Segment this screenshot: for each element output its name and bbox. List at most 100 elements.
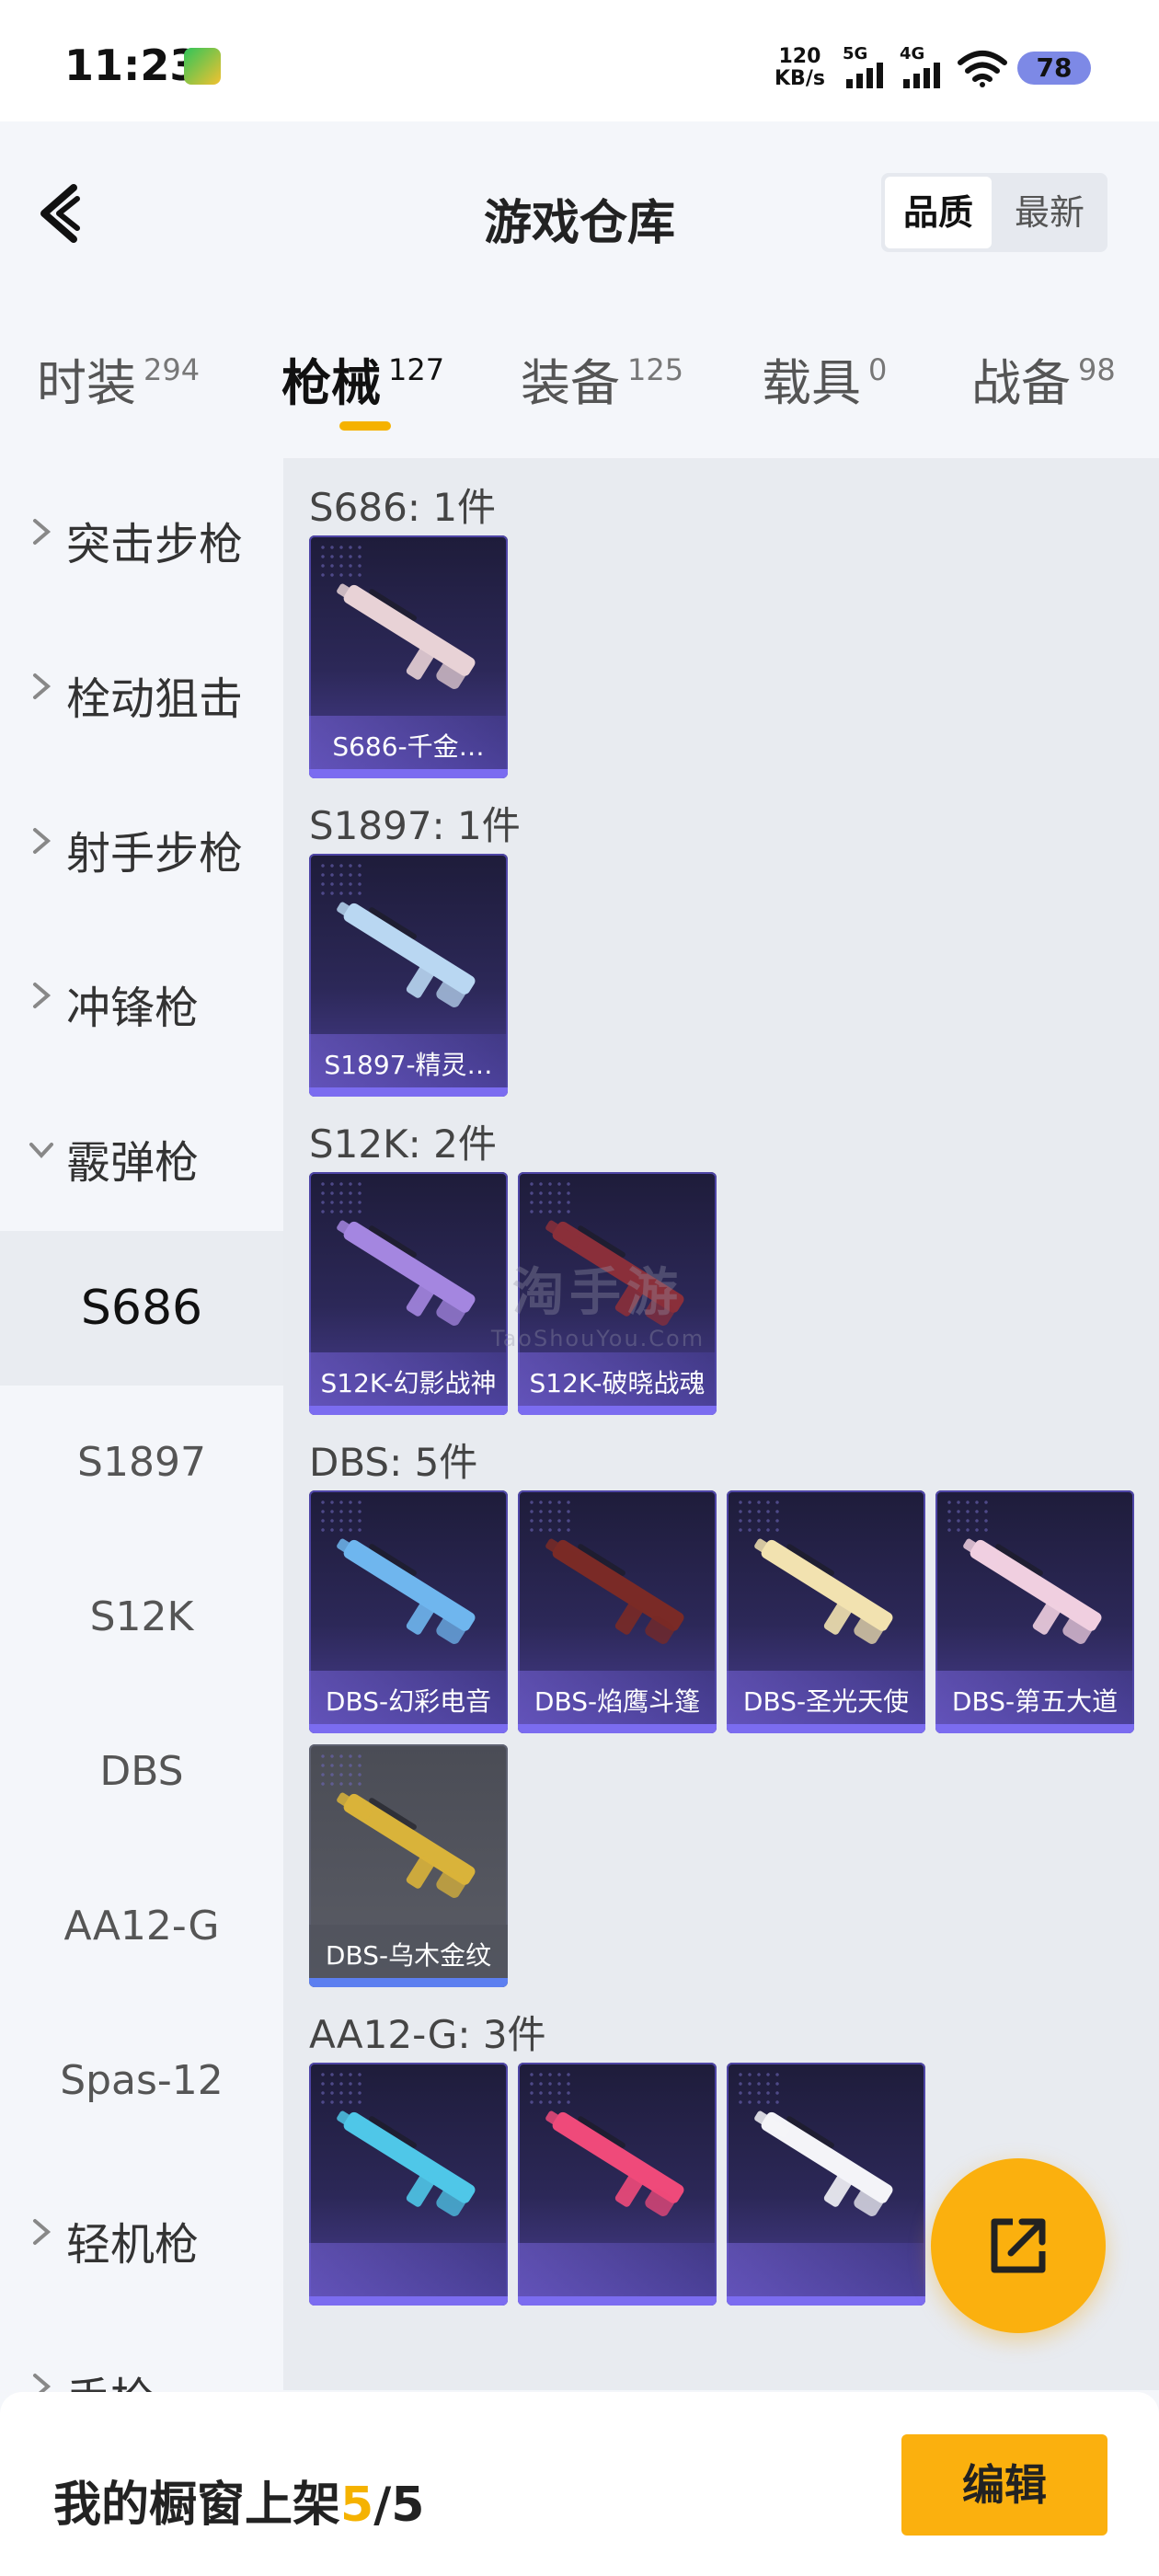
group-title: DBS: 5件 [309,1440,478,1485]
tab-battle-gear[interactable]: 战备 98 [971,342,1116,415]
tab-vehicles[interactable]: 载具 0 [762,342,887,415]
card-rarity-bar [309,2296,508,2306]
showcase-separator: / [373,2478,392,2533]
sidebar-sub-spas12[interactable]: Spas-12 [0,2004,283,2158]
card-rarity-bar [518,1724,717,1733]
group-title: S686: 1件 [309,485,497,530]
tab-count: 127 [388,352,445,387]
skin-name: DBS-第五大道 [951,1686,1119,1717]
sidebar-item-lmg[interactable]: 轻机枪 [0,2158,283,2313]
skin-name: DBS-焰鹰斗篷 [534,1686,701,1717]
skin-name: S12K-幻影战神 [320,1368,497,1398]
sort-by-newest[interactable]: 最新 [995,173,1104,252]
weapon-skin-card[interactable]: DBS-圣光天使 [727,1490,925,1733]
wifi-icon [958,51,1007,87]
group-title: S1897: 1件 [309,803,521,848]
weapon-skin-card[interactable]: S12K-破晓战魂 [518,1172,717,1415]
chevron-right-icon [33,2219,52,2245]
card-label-background [309,2243,508,2296]
weapon-image [754,1538,893,1644]
sidebar-sub-aa12g[interactable]: AA12-G [0,1849,283,2004]
header: 游戏仓库 品质 最新 [0,121,1159,305]
weapon-image [545,1220,684,1326]
network-speed: 120 KB/s [775,46,825,90]
sidebar-sub-dbs[interactable]: DBS [0,1695,283,1849]
sidebar-item-marksman-rifle[interactable]: 射手步枪 [0,767,283,922]
card-rarity-bar [309,1978,508,1987]
sidebar-item-label: 轻机枪 [66,2219,200,2271]
edit-button[interactable]: 编辑 [901,2434,1107,2536]
sidebar-sub-s1897[interactable]: S1897 [0,1386,283,1540]
status-bar: 11:23 120 KB/s 5G 4G 78 [0,0,1159,121]
showcase-bar: 我的橱窗上架5/5 编辑 [0,2392,1159,2576]
weapon-skin-card[interactable]: S1897-精灵… [309,854,508,1097]
share-icon [991,2218,1046,2273]
weapon-skin-card[interactable]: DBS-幻彩电音 [309,1490,508,1733]
sidebar-item-label: 栓动狙击 [66,673,244,725]
tab-count: 125 [627,352,684,387]
weapon-skin-card[interactable]: S12K-幻影战神 [309,1172,508,1415]
weapon-skin-card[interactable]: S686-千金… [309,535,508,778]
weapon-skin-card[interactable] [727,2063,925,2306]
signal-4g-label: 4G [900,44,925,63]
sidebar-item-bolt-sniper[interactable]: 栓动狙击 [0,613,283,767]
card-label-background [727,2243,925,2296]
weapon-skin-card[interactable]: DBS-第五大道 [935,1490,1134,1733]
weapon-skin-card[interactable] [309,2063,508,2306]
category-tabs: 时装 294 枪械 127 装备 125 载具 0 战备 98 [0,305,1159,458]
card-rarity-bar [309,1087,508,1097]
card-rarity-bar [518,2296,717,2306]
share-fab-button[interactable] [931,2158,1106,2333]
sidebar-item-label: 射手步枪 [66,828,244,880]
weapon-image [337,2110,476,2216]
card-rarity-bar [727,2296,925,2306]
tab-fashion[interactable]: 时装 294 [37,342,200,415]
tab-label: 装备 [521,354,620,412]
battery-indicator: 78 [1017,52,1091,85]
sort-toggle: 品质 最新 [881,173,1107,252]
tab-count: 98 [1078,352,1116,387]
showcase-current: 5 [340,2478,374,2533]
card-rarity-bar [309,1724,508,1733]
tab-equipment[interactable]: 装备 125 [521,342,683,415]
sidebar-sub-s686[interactable]: S686 [0,1231,283,1386]
tab-label: 时装 [37,354,136,412]
weapon-image [545,1538,684,1644]
sidebar-item-label: 冲锋枪 [66,983,200,1034]
sidebar-item-shotgun[interactable]: 霰弹枪 [0,1076,283,1231]
weapon-image [337,1220,476,1326]
weapon-skin-card[interactable]: DBS-焰鹰斗篷 [518,1490,717,1733]
skin-name: S686-千金… [332,731,485,762]
tab-firearms[interactable]: 枪械 127 [281,342,444,415]
weapon-image [337,583,476,689]
card-rarity-bar [309,1406,508,1415]
weapon-skin-card[interactable] [518,2063,717,2306]
weapon-image [337,1538,476,1644]
signal-4g-icon: 4G [900,44,951,88]
chevron-right-icon [33,828,52,854]
card-label-background [518,2243,717,2296]
sort-by-quality[interactable]: 品质 [885,177,992,248]
group-title: S12K: 2件 [309,1121,497,1167]
sidebar-item-label: 突击步枪 [66,519,244,570]
tab-count: 294 [143,352,201,387]
sidebar-item-smg[interactable]: 冲锋枪 [0,922,283,1076]
chevron-right-icon [33,519,52,545]
tab-label: 载具 [762,354,861,412]
weapon-image [754,2110,893,2216]
signal-5g-icon: 5G [843,44,894,88]
sidebar-item-label: 霰弹枪 [66,1137,200,1189]
card-rarity-bar [935,1724,1134,1733]
skin-name: S12K-破晓战魂 [529,1368,706,1398]
tab-label: 战备 [971,354,1071,412]
sidebar-item-assault-rifle[interactable]: 突击步枪 [0,458,283,613]
weapon-image [337,1792,476,1898]
weapon-skin-card[interactable]: DBS-乌木金纹 [309,1744,508,1987]
skin-name: S1897-精灵… [324,1050,493,1080]
network-speed-value: 120 [778,45,821,68]
chevron-down-icon [29,1143,53,1158]
sidebar-sub-s12k[interactable]: S12K [0,1540,283,1695]
tab-count: 0 [868,352,888,387]
showcase-label: 我的橱窗上架 [53,2478,341,2533]
inventory-grid: S686: 1件 S686-千金… S1897: 1件 S1897-精灵… S12K: … [283,458,1159,2390]
